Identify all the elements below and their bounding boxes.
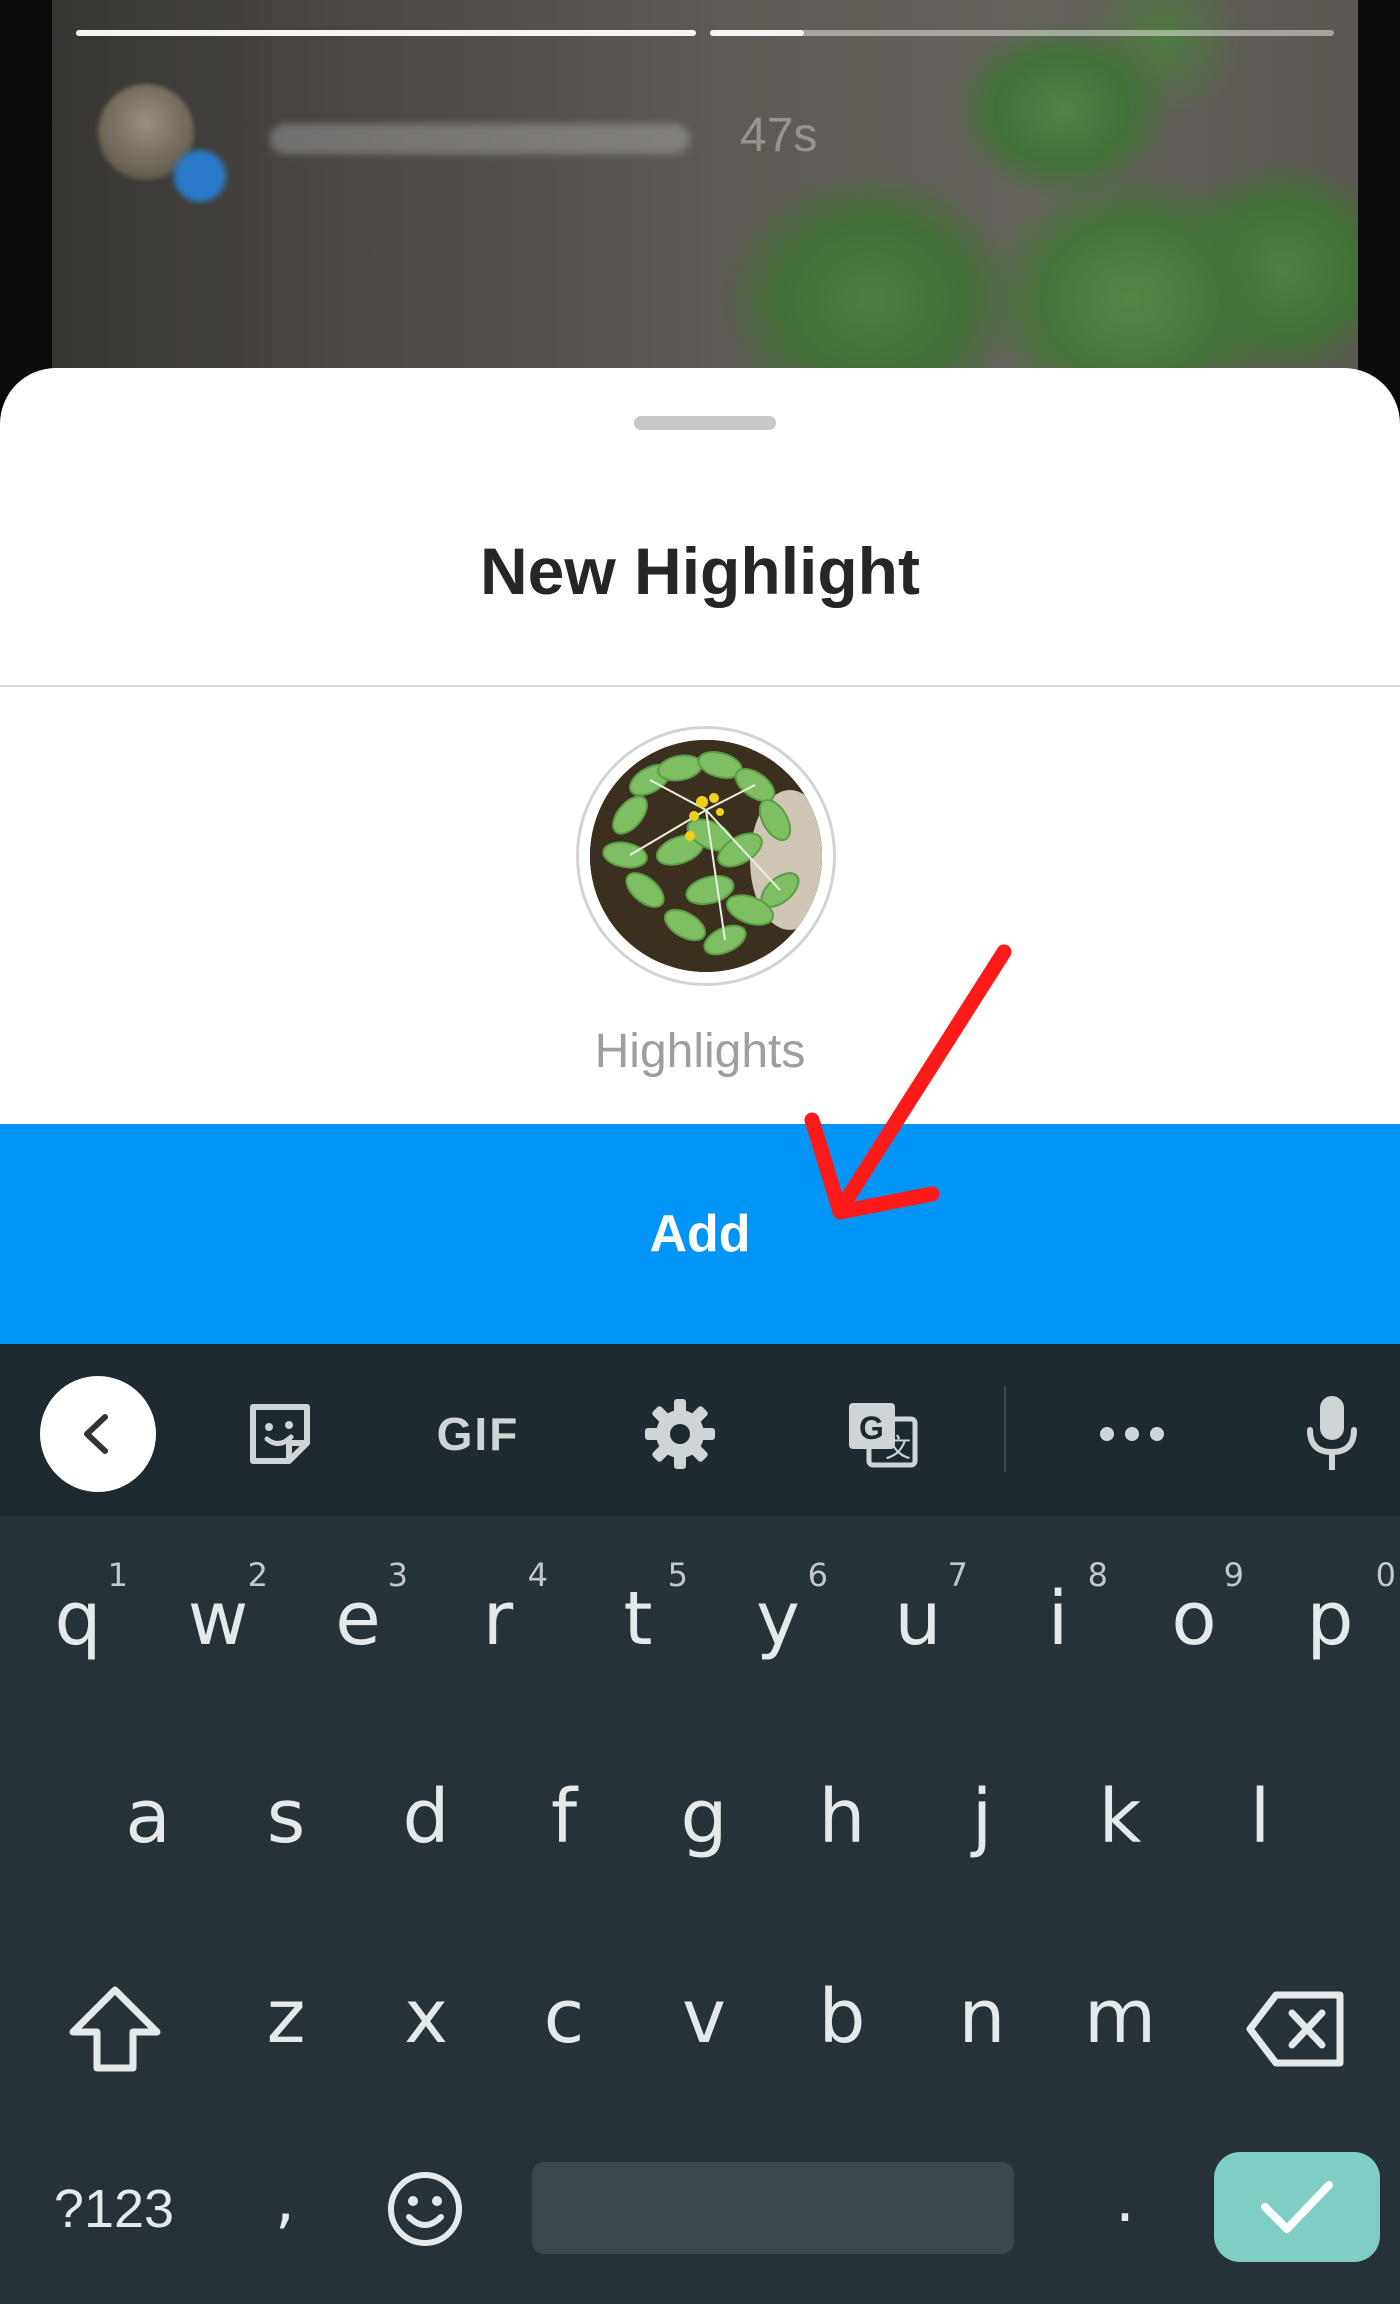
- key-f[interactable]: f: [494, 1722, 634, 1912]
- key-i[interactable]: i8: [988, 1524, 1128, 1714]
- key-m[interactable]: m: [1050, 1922, 1190, 2112]
- voice-input-button[interactable]: [1274, 1376, 1390, 1492]
- key-z[interactable]: z: [216, 1922, 356, 2112]
- key-l[interactable]: l: [1190, 1722, 1330, 1912]
- symbols-key[interactable]: ?123: [24, 2144, 204, 2274]
- comma-key[interactable]: ,: [240, 2134, 330, 2264]
- story-progress-segment: [76, 30, 696, 36]
- sticker-button[interactable]: [222, 1376, 338, 1492]
- key-g[interactable]: g: [634, 1722, 774, 1912]
- plant-image-icon: [590, 740, 822, 972]
- key-r[interactable]: r4: [428, 1524, 568, 1714]
- key-o[interactable]: o9: [1124, 1524, 1264, 1714]
- settings-button[interactable]: [622, 1376, 738, 1492]
- settings-icon: [645, 1399, 715, 1469]
- story-dim-overlay: [52, 0, 1358, 400]
- key-x[interactable]: x: [356, 1922, 496, 2112]
- svg-text:文: 文: [885, 1434, 911, 1464]
- key-q[interactable]: q1: [8, 1524, 148, 1714]
- key-p[interactable]: p0: [1260, 1524, 1400, 1714]
- key-c[interactable]: c: [494, 1922, 634, 2112]
- key-j[interactable]: j: [912, 1722, 1052, 1912]
- highlight-name-field[interactable]: Highlights: [0, 1028, 1400, 1076]
- microphone-icon: [1307, 1396, 1357, 1470]
- key-y[interactable]: y6: [708, 1524, 848, 1714]
- sticker-icon: [250, 1404, 310, 1464]
- story-viewer: 47s: [0, 0, 1400, 400]
- key-h[interactable]: h: [772, 1722, 912, 1912]
- more-icon: [1100, 1427, 1164, 1441]
- shift-icon: [69, 1986, 161, 2072]
- svg-text:G: G: [859, 1410, 884, 1446]
- soft-keyboard: GIF G 文 q 1 w 2 e 3 r 4 t 5 y 6 u 7 i 8 …: [0, 1344, 1400, 2304]
- key-k[interactable]: k: [1050, 1722, 1190, 1912]
- enter-key[interactable]: [1214, 2152, 1380, 2262]
- highlight-cover[interactable]: [576, 726, 836, 986]
- translate-icon: G 文: [849, 1403, 918, 1468]
- gif-icon: GIF: [436, 1408, 520, 1460]
- story-progress-segment: [710, 30, 1334, 36]
- key-b[interactable]: b: [772, 1922, 912, 2112]
- key-a[interactable]: a: [78, 1722, 218, 1912]
- emoji-key[interactable]: [360, 2144, 490, 2274]
- backspace-key[interactable]: [1236, 1954, 1356, 2104]
- space-key[interactable]: [532, 2162, 1014, 2254]
- emoji-icon: [388, 2172, 462, 2246]
- key-n[interactable]: n: [912, 1922, 1052, 2112]
- keyboard-back-button[interactable]: [40, 1376, 156, 1492]
- sheet-drag-handle[interactable]: [634, 416, 776, 430]
- story-username-blurred: [270, 124, 690, 154]
- translate-button[interactable]: G 文: [824, 1376, 940, 1492]
- more-button[interactable]: [1074, 1376, 1190, 1492]
- story-progress-fill: [710, 30, 804, 36]
- shift-key[interactable]: [40, 1954, 190, 2104]
- toolbar-divider: [1004, 1386, 1006, 1472]
- back-icon: [84, 1414, 108, 1454]
- key-v[interactable]: v: [634, 1922, 774, 2112]
- sheet-title: New Highlight: [480, 534, 920, 608]
- keyboard-toolbar: GIF G 文: [0, 1344, 1400, 1516]
- add-button[interactable]: Add: [0, 1124, 1400, 1344]
- story-avatar-badge: [174, 150, 226, 202]
- divider: [0, 685, 1400, 687]
- checkmark-icon: [1261, 2181, 1333, 2233]
- gif-button[interactable]: GIF: [418, 1376, 538, 1492]
- story-progress-fill: [76, 30, 696, 36]
- highlight-cover-photo: [590, 740, 822, 972]
- backspace-icon: [1246, 1991, 1344, 2067]
- story-timestamp: 47s: [740, 109, 818, 162]
- key-w[interactable]: w2: [148, 1524, 288, 1714]
- period-key[interactable]: .: [1080, 2134, 1170, 2264]
- key-t[interactable]: t5: [568, 1524, 708, 1714]
- key-u[interactable]: u7: [848, 1524, 988, 1714]
- key-s[interactable]: s: [216, 1722, 356, 1912]
- key-e[interactable]: e3: [288, 1524, 428, 1714]
- key-d[interactable]: d: [356, 1722, 496, 1912]
